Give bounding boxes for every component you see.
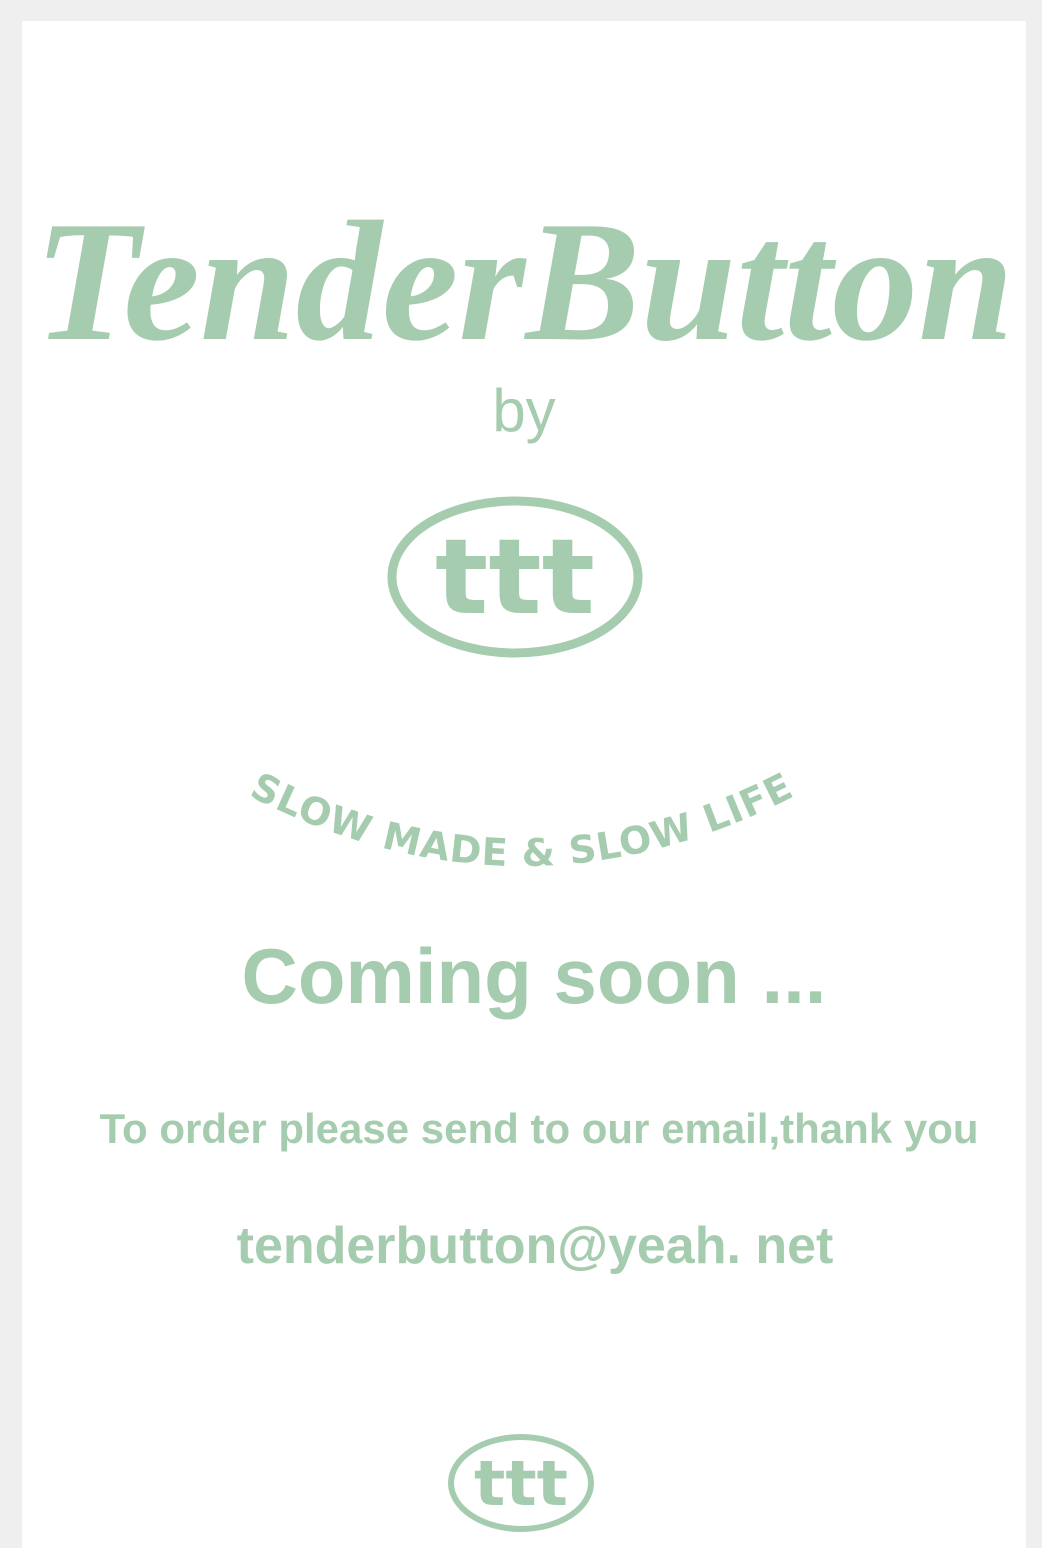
brand-wordmark: TenderButton bbox=[34, 187, 1014, 371]
footer-ttt-logo: ttt bbox=[448, 1434, 594, 1532]
ttt-logo: ttt bbox=[387, 496, 643, 658]
logo-text: ttt bbox=[435, 516, 595, 638]
tagline-arc: SLOW MADE & SLOW LIFE bbox=[244, 764, 800, 875]
email-link[interactable]: tenderbutton@yeah. net bbox=[22, 1211, 1026, 1281]
order-note: To order please send to our email,thank … bbox=[99, 1105, 979, 1152]
footer-logo-text: ttt bbox=[474, 1447, 568, 1520]
svg-text:SLOW MADE & SLOW LIFE: SLOW MADE & SLOW LIFE bbox=[244, 764, 800, 875]
tagline: SLOW MADE & SLOW LIFE bbox=[244, 764, 799, 875]
by-label: by bbox=[492, 377, 556, 444]
coming-soon-heading: Coming soon ... bbox=[241, 932, 827, 1020]
brand-name: TenderButton bbox=[34, 187, 1014, 371]
page-container: TenderButton by ttt SLOW MADE & SLOW LIF… bbox=[22, 21, 1026, 1548]
